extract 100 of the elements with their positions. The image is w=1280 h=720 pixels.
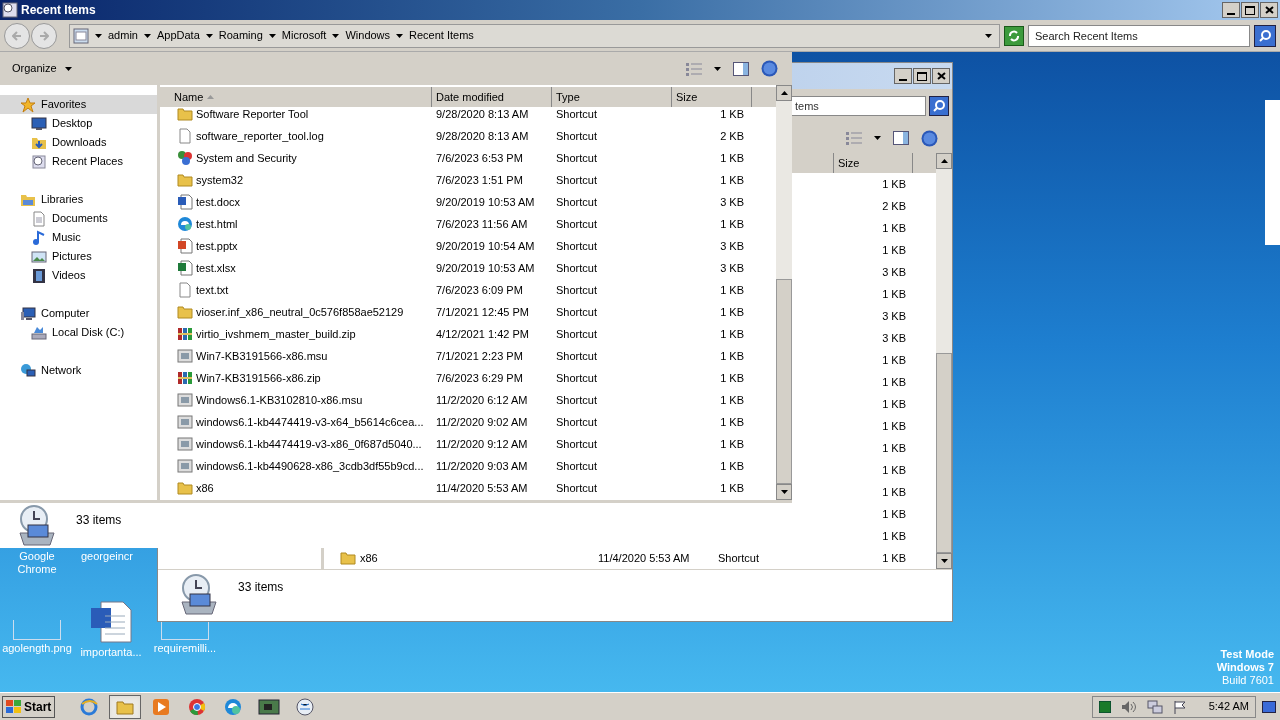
file-name[interactable]: x86 xyxy=(196,479,214,497)
file-name[interactable]: Software Reporter Tool xyxy=(196,107,309,123)
file-name[interactable]: windows6.1-kb4474419-v3-x86_0f687d5040... xyxy=(196,435,422,453)
scrollbar[interactable] xyxy=(776,85,792,500)
nav-item[interactable]: Network xyxy=(0,361,157,380)
size-cell: 1 KB xyxy=(720,327,744,340)
column-header[interactable]: Name xyxy=(160,87,432,107)
file-name[interactable]: System and Security xyxy=(196,149,297,167)
search-button[interactable] xyxy=(929,96,949,116)
search-field[interactable]: Search Recent Items xyxy=(1028,24,1250,47)
close-button[interactable] xyxy=(1260,2,1278,18)
preview-pane-icon xyxy=(733,61,749,76)
nav-item[interactable]: Desktop xyxy=(0,114,157,133)
size-cell: 1 KB xyxy=(720,459,744,472)
organize-button[interactable]: Organize xyxy=(12,60,72,77)
start-button[interactable]: Start xyxy=(2,695,56,718)
search-button[interactable] xyxy=(1254,24,1276,47)
breadcrumb-item[interactable]: admin xyxy=(108,27,138,44)
close-icon xyxy=(1264,6,1274,14)
picture-icon xyxy=(31,248,47,265)
refresh-icon xyxy=(1008,29,1020,42)
size-cell: 3 KB xyxy=(882,309,906,322)
type-cell: Shortcut xyxy=(556,459,597,472)
clock-time[interactable]: 5:42 AM xyxy=(1208,698,1249,715)
taskbar-app-button[interactable] xyxy=(109,694,142,719)
file-name[interactable]: windows6.1-kb4490628-x86_3cdb3df55b9cd... xyxy=(196,457,424,475)
column-header[interactable]: Type xyxy=(552,87,672,107)
address-bar[interactable]: admin AppData Roaming Microsoft Windows Recent Items xyxy=(69,23,1000,48)
down-arrow-icon xyxy=(940,559,948,563)
date-cell: 9/20/2019 10:54 AM xyxy=(436,239,535,252)
nav-item[interactable]: Local Disk (C:) xyxy=(0,323,157,342)
size-cell: 1 KB xyxy=(882,287,906,300)
file-name[interactable]: vioser.inf_x86_neutral_0c576f858ae52129 xyxy=(196,303,404,321)
size-cell: 1 KB xyxy=(882,485,906,498)
caret-icon xyxy=(143,33,151,38)
document-icon xyxy=(177,194,193,210)
refresh-button[interactable] xyxy=(1004,25,1024,46)
maximize-icon xyxy=(1245,5,1255,15)
nav-item[interactable]: Music xyxy=(0,228,157,247)
column-header[interactable]: Size xyxy=(833,153,913,173)
column-header[interactable]: Date modified xyxy=(432,87,552,107)
file-name[interactable]: virtio_ivshmem_master_build.zip xyxy=(196,325,356,343)
nav-item[interactable]: Favorites xyxy=(0,95,157,114)
nav-item[interactable]: Videos xyxy=(0,266,157,285)
file-name[interactable]: system32 xyxy=(196,171,244,189)
date-cell: 11/2/2020 9:02 AM xyxy=(436,415,528,428)
file-name[interactable]: test.html xyxy=(196,215,238,233)
size-cell: 1 KB xyxy=(882,529,906,542)
scrollbar[interactable] xyxy=(936,153,952,569)
scroll-up-button[interactable] xyxy=(936,153,952,169)
search-field[interactable]: tems xyxy=(790,96,926,116)
nav-item[interactable]: Documents xyxy=(0,209,157,228)
nav-item[interactable]: Pictures xyxy=(0,247,157,266)
file-name[interactable]: Windows6.1-KB3102810-x86.msu xyxy=(196,391,363,409)
down-arrow-icon xyxy=(780,490,788,494)
breadcrumb-item[interactable]: AppData xyxy=(156,27,200,44)
type-cell: Shortcut xyxy=(556,415,597,428)
installer-icon xyxy=(177,392,193,408)
scrollbar-thumb[interactable] xyxy=(776,279,792,484)
size-cell: 2 KB xyxy=(720,129,744,142)
date-cell: 7/6/2023 6:53 PM xyxy=(436,151,523,164)
breadcrumb-item[interactable]: Microsoft xyxy=(281,27,327,44)
file-name[interactable]: windows6.1-kb4474419-v3-x64_b5614c6cea... xyxy=(196,413,424,431)
type-cell: Shortcut xyxy=(718,551,759,564)
scroll-down-button[interactable] xyxy=(936,553,952,569)
breadcrumb-item[interactable]: Windows xyxy=(345,27,391,44)
column-header[interactable]: Size xyxy=(672,87,752,107)
scrollbar-thumb[interactable] xyxy=(936,353,952,553)
file-name[interactable]: test.pptx xyxy=(196,237,238,255)
type-cell: Shortcut xyxy=(556,195,597,208)
maximize-button[interactable] xyxy=(1241,2,1259,18)
file-name[interactable]: test.xlsx xyxy=(196,259,236,277)
file-name[interactable]: Win7-KB3191566-x86.zip xyxy=(196,369,321,387)
caret-icon xyxy=(874,136,881,140)
nav-item[interactable]: Libraries xyxy=(0,190,157,209)
breadcrumb-item[interactable]: Recent Items xyxy=(409,27,474,44)
image-thumbnail-icon xyxy=(13,620,61,640)
scroll-down-button[interactable] xyxy=(776,484,792,500)
breadcrumb-item[interactable]: Roaming xyxy=(218,27,263,44)
scroll-up-button[interactable] xyxy=(776,85,792,101)
size-cell: 1 KB xyxy=(720,305,744,318)
document-icon xyxy=(31,210,47,227)
window-icon xyxy=(2,2,18,18)
size-cell: 1 KB xyxy=(882,177,906,190)
globe-icon xyxy=(296,697,315,716)
file-name[interactable]: software_reporter_tool.log xyxy=(196,127,324,145)
nav-item[interactable]: Downloads xyxy=(0,133,157,152)
close-button[interactable] xyxy=(932,68,950,84)
minimize-button[interactable] xyxy=(1222,2,1240,18)
size-cell: 3 KB xyxy=(882,265,906,278)
file-name[interactable]: x86 xyxy=(360,549,378,567)
file-name[interactable]: test.docx xyxy=(196,193,241,211)
nav-item[interactable]: Computer xyxy=(0,304,157,323)
maximize-button[interactable] xyxy=(913,68,931,84)
size-cell: 1 KB xyxy=(720,151,744,164)
file-name[interactable]: Win7-KB3191566-x86.msu xyxy=(196,347,328,365)
minimize-button[interactable] xyxy=(894,68,912,84)
nav-item[interactable]: Recent Places xyxy=(0,152,157,171)
file-name[interactable]: text.txt xyxy=(196,281,229,299)
size-cell: 2 KB xyxy=(882,199,906,212)
